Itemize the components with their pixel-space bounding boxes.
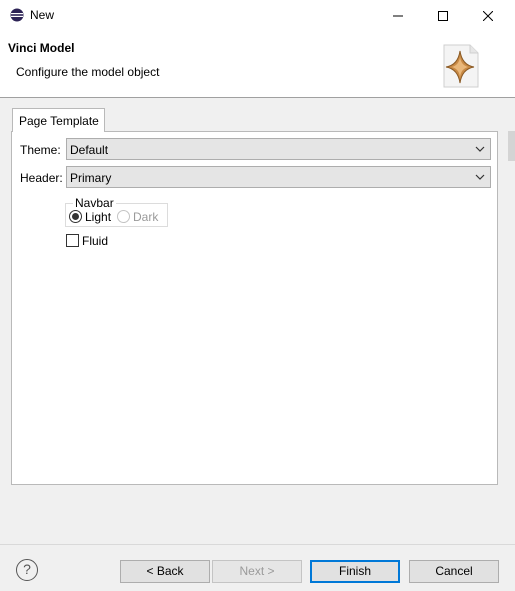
wizard-banner: Vinci Model Configure the model object	[0, 31, 515, 98]
header-label: Header:	[20, 171, 63, 185]
footer-divider	[0, 544, 515, 545]
navbar-light-label: Light	[85, 210, 112, 224]
back-button[interactable]: < Back	[120, 560, 210, 583]
eclipse-app-icon	[10, 8, 24, 22]
header-select[interactable]: Primary	[66, 166, 491, 188]
fluid-label: Fluid	[82, 234, 109, 248]
header-value: Primary	[70, 171, 112, 185]
minimize-button[interactable]	[375, 0, 421, 31]
fluid-checkbox[interactable]	[66, 234, 79, 247]
chevron-down-icon	[475, 146, 485, 152]
navbar-dark-radio[interactable]	[117, 210, 130, 223]
finish-button[interactable]: Finish	[310, 560, 400, 583]
wizard-star-icon	[443, 44, 479, 88]
navbar-dark-label: Dark	[133, 210, 159, 224]
maximize-button[interactable]	[420, 0, 466, 31]
close-icon	[483, 10, 493, 21]
navbar-light-radio[interactable]	[69, 210, 82, 223]
theme-select[interactable]: Default	[66, 138, 491, 160]
cancel-button[interactable]: Cancel	[409, 560, 499, 583]
theme-value: Default	[70, 143, 109, 157]
navbar-group-label: Navbar	[73, 196, 116, 210]
page-description: Configure the model object	[16, 65, 160, 79]
page-title: Vinci Model	[8, 41, 75, 55]
minimize-icon	[393, 15, 403, 16]
theme-label: Theme:	[20, 143, 61, 157]
tab-page-template[interactable]: Page Template	[12, 108, 105, 132]
close-button[interactable]	[465, 0, 511, 31]
chevron-down-icon	[475, 174, 485, 180]
maximize-icon	[438, 10, 448, 21]
scrollbar-fragment	[508, 131, 515, 161]
window-title: New	[30, 8, 55, 22]
next-button[interactable]: Next >	[212, 560, 302, 583]
help-icon[interactable]: ?	[16, 559, 38, 581]
title-bar: New	[0, 0, 515, 31]
